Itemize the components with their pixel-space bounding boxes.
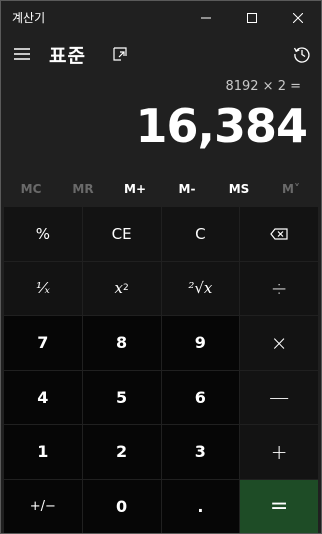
maximize-button[interactable] <box>229 1 275 35</box>
digit-5-button[interactable]: 5 <box>82 370 161 424</box>
square-exponent: 2 <box>122 283 129 294</box>
digit-8-button[interactable]: 8 <box>82 316 161 370</box>
digit-1-button[interactable]: 1 <box>4 425 82 479</box>
history-icon <box>293 47 310 63</box>
keep-on-top-icon <box>113 47 127 61</box>
decimal-button[interactable]: . <box>161 479 240 533</box>
digit-0-button[interactable]: 0 <box>82 479 161 533</box>
hamburger-icon <box>14 48 30 60</box>
close-button[interactable] <box>275 1 321 35</box>
memory-list-button[interactable]: M˅ <box>265 175 317 203</box>
digit-3-button[interactable]: 3 <box>161 425 240 479</box>
plus-button[interactable]: + <box>240 425 318 479</box>
calculator-window: 계산기 표준 8192 × 2 = 16,384 MC MR M+ M- MS … <box>0 0 322 534</box>
backspace-icon <box>270 228 288 240</box>
expression-display: 8192 × 2 = <box>225 79 301 94</box>
square-button[interactable]: x2 <box>82 261 161 315</box>
result-display: 16,384 <box>135 99 308 153</box>
square-root-button[interactable]: ²√x <box>161 261 240 315</box>
digit-7-button[interactable]: 7 <box>4 316 82 370</box>
digit-6-button[interactable]: 6 <box>161 370 240 424</box>
backspace-button[interactable] <box>240 207 318 261</box>
digit-2-button[interactable]: 2 <box>82 425 161 479</box>
multiply-button[interactable]: × <box>240 316 318 370</box>
maximize-icon <box>247 13 257 23</box>
close-icon <box>293 13 303 23</box>
navigation-menu-button[interactable] <box>9 39 35 69</box>
app-title: 계산기 <box>12 11 46 25</box>
square-base: x <box>114 279 123 298</box>
title-bar: 계산기 <box>1 1 321 35</box>
mode-title: 표준 <box>49 45 86 67</box>
clear-button[interactable]: C <box>161 207 240 261</box>
minimize-button[interactable] <box>183 1 229 35</box>
equals-button[interactable]: = <box>240 479 318 533</box>
minus-button[interactable]: — <box>240 370 318 424</box>
percent-button[interactable]: % <box>4 207 82 261</box>
digit-9-button[interactable]: 9 <box>161 316 240 370</box>
history-button[interactable] <box>289 41 315 67</box>
reciprocal-button[interactable]: ¹⁄ₓ <box>4 261 82 315</box>
keep-on-top-button[interactable] <box>107 41 133 67</box>
divide-button[interactable]: ÷ <box>240 261 318 315</box>
memory-recall-button[interactable]: MR <box>57 175 109 203</box>
digit-4-button[interactable]: 4 <box>4 370 82 424</box>
memory-subtract-button[interactable]: M- <box>161 175 213 203</box>
negate-button[interactable]: +/− <box>4 479 82 533</box>
minimize-icon <box>201 17 211 19</box>
memory-clear-button[interactable]: MC <box>5 175 57 203</box>
memory-add-button[interactable]: M+ <box>109 175 161 203</box>
clear-entry-button[interactable]: CE <box>82 207 161 261</box>
memory-row: MC MR M+ M- MS M˅ <box>5 175 317 203</box>
keypad: % CE C ¹⁄ₓ x2 ²√x ÷ 7 8 9 × 4 5 6 — 1 2 … <box>4 207 318 533</box>
memory-store-button[interactable]: MS <box>213 175 265 203</box>
